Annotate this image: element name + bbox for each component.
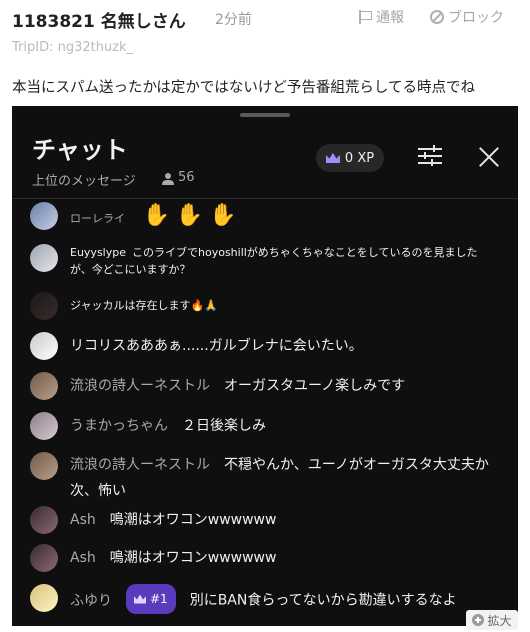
post-time: 2分前: [215, 12, 252, 28]
badge-label: #1: [150, 592, 168, 606]
message-text: リコリスあああぁ......ガルブレナに会いたい。: [70, 338, 363, 354]
waving-hand-icon: ✋: [142, 203, 170, 228]
message-author: ふゆり: [70, 592, 112, 609]
chat-message: ローレライ ✋ ✋ ✋: [30, 202, 243, 233]
message-text: ジャッカルは存在します🔥🙏: [70, 299, 218, 312]
avatar: [30, 332, 58, 360]
crown-icon: [134, 594, 146, 604]
expand-image-button[interactable]: 拡大: [466, 610, 518, 630]
message-author: Ash: [70, 512, 96, 528]
poster-name: 名無しさん: [100, 12, 186, 32]
message-author: Ash: [70, 550, 96, 566]
plus-icon: [472, 614, 485, 626]
avatar: [30, 506, 58, 534]
avatar: [30, 292, 58, 320]
chat-message: リコリスあああぁ......ガルブレナに会いたい。: [30, 332, 363, 360]
chat-message: 流浪の詩人ーネストル オーガスタユーノ楽しみです: [30, 372, 405, 400]
post-header: 1183821 名無しさん 2分前 通報 ブロック: [0, 0, 530, 34]
expand-label: 拡大: [487, 613, 512, 628]
xp-button: 0 XP: [316, 144, 384, 172]
avatar: [30, 412, 58, 440]
chat-screenshot[interactable]: チャット 上位のメッセージ 56 0 XP ローレライ ✋ ✋ ✋ Euyyslyp…: [12, 106, 518, 626]
message-text: ２日後楽しみ: [182, 418, 266, 434]
report-label: 通報: [376, 10, 404, 26]
message-text: このライブでhoyoshillがめちゃくちゃなことをしているのを見ましたが、今ど…: [70, 246, 478, 277]
chat-message: ふゆり #1 別にBAN食らってないから勘違いするなよ: [30, 584, 457, 615]
message-author: 流浪の詩人ーネストル: [70, 457, 210, 473]
viewer-count: 56: [178, 170, 195, 185]
chat-message: Euyyslype このライブでhoyoshillがめちゃくちゃなことをしているの…: [30, 244, 500, 278]
member-badge: #1: [126, 584, 176, 614]
avatar: [30, 452, 58, 480]
chat-message: ジャッカルは存在します🔥🙏: [30, 292, 218, 320]
flag-icon: [358, 10, 372, 24]
xp-label: 0 XP: [344, 150, 375, 166]
post-body: 本当にスパム送ったかは定かではないけど予告番組荒らしてる時点でね: [12, 80, 475, 96]
crown-icon: [325, 153, 340, 163]
header-divider: [12, 198, 518, 199]
avatar: [30, 584, 58, 612]
block-icon: [430, 10, 444, 24]
block-button[interactable]: ブロック: [430, 7, 504, 27]
message-text: 鳴潮はオワコンwwwwww: [109, 512, 277, 528]
chat-message: Ash 鳴潮はオワコンwwwwww: [30, 544, 276, 572]
avatar: [30, 372, 58, 400]
message-author: ローレライ: [70, 212, 125, 225]
chat-filter-label: 上位のメッセージ: [32, 174, 136, 189]
viewer-icon: [162, 173, 174, 185]
block-label: ブロック: [448, 10, 504, 26]
message-text: 別にBAN食らってないから勘違いするなよ: [189, 592, 457, 609]
chat-message: うまかっちゃん ２日後楽しみ: [30, 412, 266, 440]
post-number-name: 1183821 名無しさん: [12, 7, 186, 32]
message-text: 鳴潮はオワコンwwwwww: [109, 550, 277, 566]
avatar: [30, 202, 58, 230]
chat-title: チャット: [32, 136, 128, 164]
message-text: オーガスタユーノ楽しみです: [224, 378, 406, 394]
tune-icon: [418, 145, 442, 167]
close-icon: [478, 146, 500, 168]
trip-id: TripID: ng32thuzk_: [12, 40, 134, 55]
report-button[interactable]: 通報: [358, 7, 404, 27]
avatar: [30, 244, 58, 272]
waving-hand-icon: ✋: [175, 203, 204, 228]
post-number: 1183821: [12, 12, 95, 32]
drag-handle: [240, 113, 290, 117]
message-author: 流浪の詩人ーネストル: [70, 378, 210, 394]
message-author: Euyyslype: [70, 246, 126, 259]
chat-message: 流浪の詩人ーネストル 不穏やんか、ユーノがオーガスタ大丈夫か次、怖い: [30, 452, 500, 504]
chat-message: Ash 鳴潮はオワコンwwwwww: [30, 506, 276, 534]
waving-hand-icon: ✋: [209, 203, 237, 228]
message-author: うまかっちゃん: [70, 418, 168, 434]
avatar: [30, 544, 58, 572]
